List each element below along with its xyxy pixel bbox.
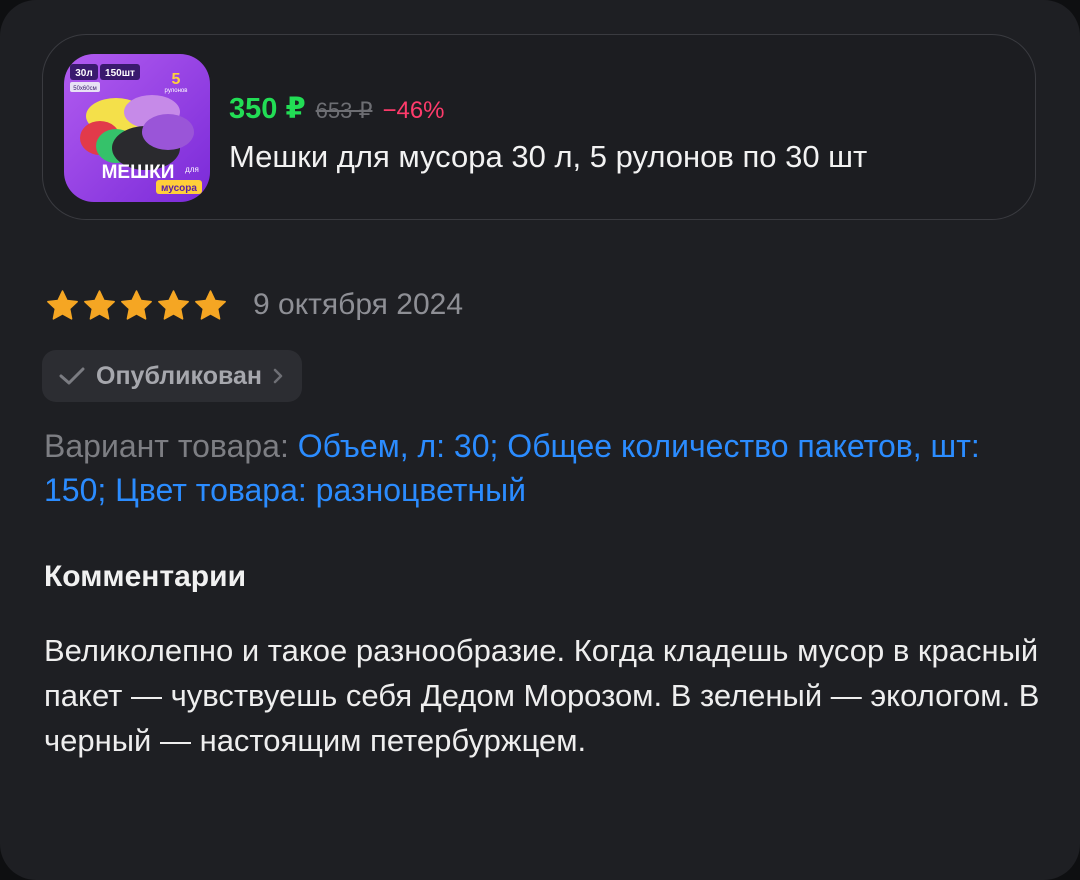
comments-heading: Комментарии <box>44 560 247 593</box>
product-image[interactable]: 30л 150шт 50x60см 5 рулонов МЕШКИ для му… <box>64 54 210 202</box>
svg-text:для: для <box>185 165 199 174</box>
svg-text:МЕШКИ: МЕШКИ <box>102 162 175 183</box>
review-panel: 30л 150шт 50x60см 5 рулонов МЕШКИ для му… <box>0 0 1080 880</box>
chevron-right-icon <box>273 368 283 384</box>
star-icon <box>84 290 115 320</box>
star-icon <box>47 290 78 320</box>
status-chip[interactable]: Опубликован <box>42 350 303 402</box>
variant-label: Вариант товара: <box>44 428 289 464</box>
svg-text:рулонов: рулонов <box>165 88 188 94</box>
status-label: Опубликован <box>96 361 263 390</box>
discount-badge: −46% <box>382 97 445 124</box>
price-row: 350 ₽ 653 ₽ −46% <box>229 91 445 126</box>
current-price: 350 ₽ <box>229 93 306 125</box>
star-icon <box>121 290 152 320</box>
review-date: 9 октября 2024 <box>253 288 463 321</box>
star-rating <box>46 289 227 321</box>
svg-text:мусора: мусора <box>161 183 197 194</box>
svg-text:50x60см: 50x60см <box>73 86 96 92</box>
star-icon <box>195 290 226 320</box>
svg-text:150шт: 150шт <box>105 68 135 79</box>
svg-text:5: 5 <box>172 71 181 88</box>
old-price: 653 ₽ <box>315 98 373 123</box>
checkmark-icon <box>59 367 85 385</box>
product-title[interactable]: Мешки для мусора 30 л, 5 рулонов по 30 ш… <box>229 139 867 175</box>
product-card[interactable]: 30л 150шт 50x60см 5 рулонов МЕШКИ для му… <box>42 34 1036 220</box>
svg-text:30л: 30л <box>75 68 92 79</box>
variant-info: Вариант товара: Объем, л: 30; Общее коли… <box>44 424 1034 512</box>
rating-row: 9 октября 2024 <box>46 288 463 322</box>
comment-text: Великолепно и такое разнообразие. Когда … <box>44 633 1040 758</box>
star-icon <box>158 290 189 320</box>
